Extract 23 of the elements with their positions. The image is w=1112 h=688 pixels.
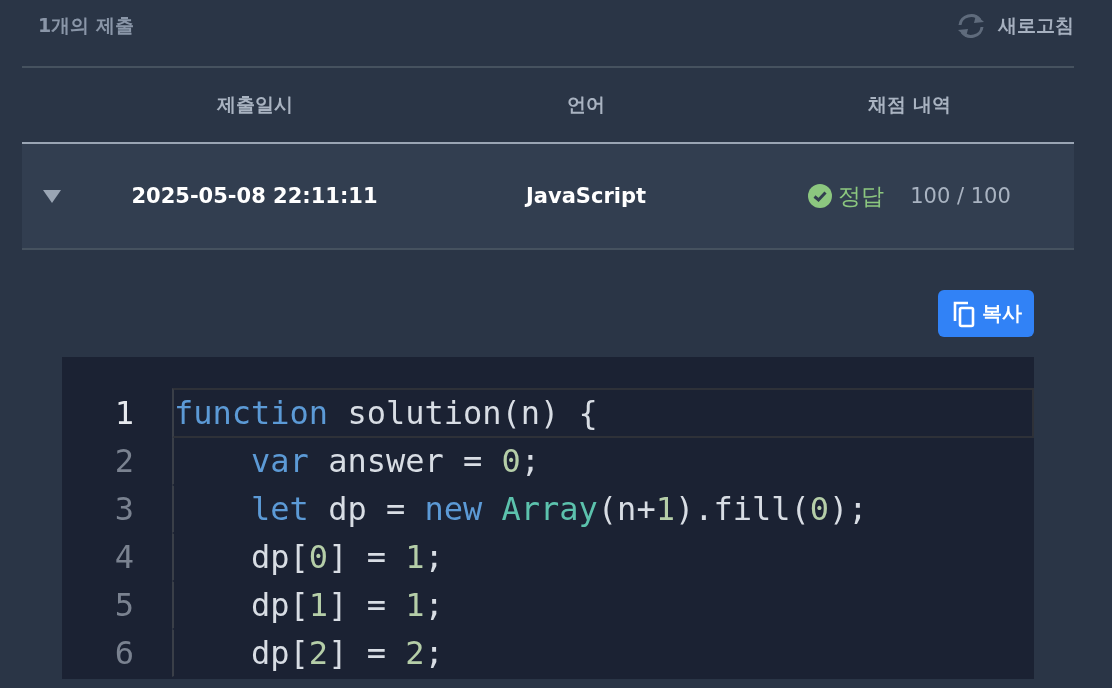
column-header: 제출일시 (215, 92, 294, 117)
refresh-button[interactable]: 새로고침 (954, 12, 1074, 40)
code-line: let dp = new Array(n+1).fill(0); (172, 485, 1034, 533)
code-line: dp[1] = 1; (172, 581, 1034, 629)
line-number: 3 (113, 490, 135, 528)
line-number: 6 (113, 634, 135, 672)
caret-down-icon[interactable] (42, 188, 62, 204)
line-number: 2 (113, 442, 135, 480)
line-number: 5 (113, 586, 135, 624)
result-label: 정답 (838, 181, 885, 211)
line-number: 1 (113, 394, 135, 432)
column-header: 채점 내역 (867, 92, 952, 117)
code-line: dp[0] = 1; (172, 533, 1034, 581)
column-header: 언어 (566, 92, 606, 117)
language-name: JavaScript (525, 184, 646, 208)
copy-icon (952, 299, 976, 328)
code-line: dp[2] = 2; (172, 629, 1034, 677)
code-line: var answer = 0; (172, 437, 1034, 485)
score-text: 100 / 100 (910, 184, 1011, 208)
line-number: 4 (113, 538, 135, 576)
submission-count: 1개의 제출 (38, 13, 134, 38)
submission-date: 2025-05-08 22:11:11 (131, 184, 378, 208)
copy-button[interactable]: 복사 (938, 290, 1034, 337)
